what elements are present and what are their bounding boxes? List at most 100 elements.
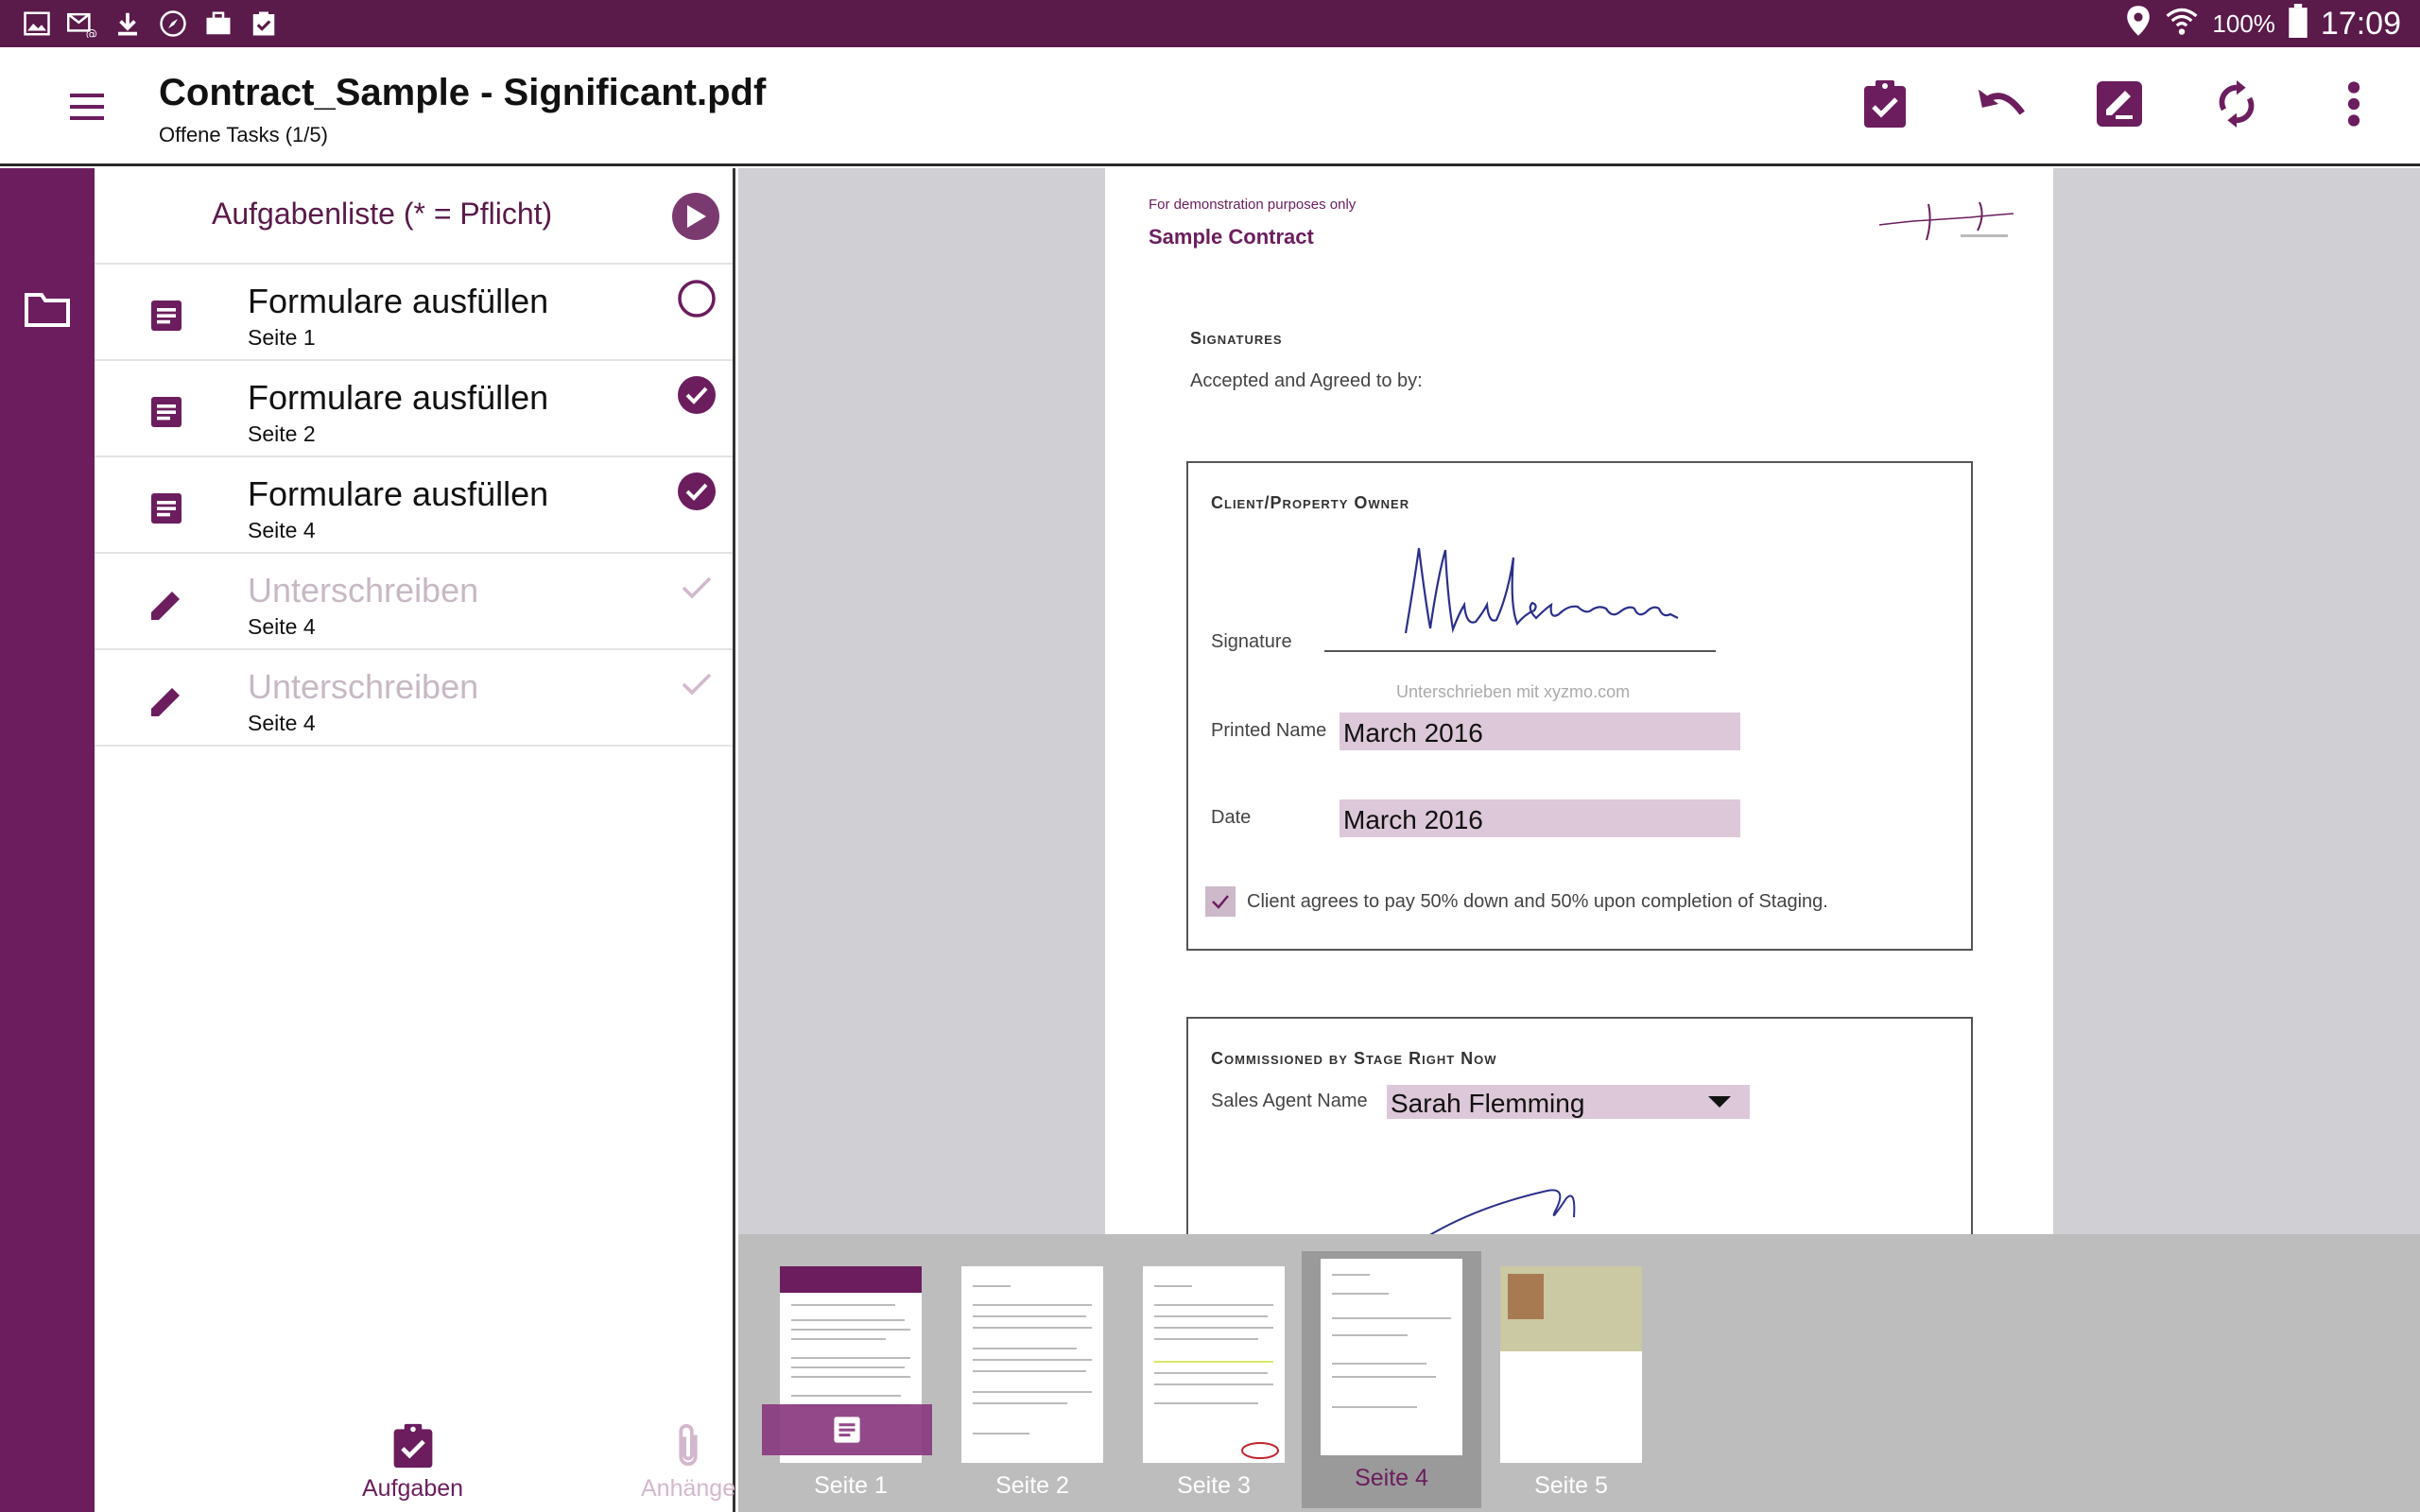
battery-percent: 100% — [2212, 9, 2275, 38]
accepted-text: Accepted and Agreed to by: — [1190, 370, 1423, 391]
edit-button[interactable] — [2091, 76, 2148, 132]
folder-button[interactable] — [25, 291, 70, 333]
form-icon — [151, 301, 182, 331]
printed-name-field[interactable]: March 2016 — [1340, 713, 1740, 750]
check-circle-icon — [678, 376, 716, 414]
signatures-heading: Signatures — [1190, 329, 1283, 348]
thumbnail-page-1[interactable]: Seite 1 — [761, 1259, 941, 1504]
task-item[interactable]: Formulare ausfüllen Seite 1 — [95, 265, 733, 361]
tab-tasks[interactable]: Aufgaben — [362, 1422, 463, 1503]
agreement-text: Client agrees to pay 50% down and 50% up… — [1247, 890, 1828, 912]
location-icon — [2125, 5, 2152, 43]
tab-tasks-label: Aufgaben — [362, 1475, 464, 1502]
thumbnail-label: Seite 2 — [995, 1472, 1069, 1499]
second-signature[interactable] — [1415, 1179, 1585, 1234]
task-list-button[interactable] — [1857, 76, 1913, 132]
demo-note: For demonstration purposes only — [1149, 197, 1357, 213]
task-item[interactable]: Unterschreiben Seite 4 — [95, 650, 733, 747]
task-name: Unterschreiben — [248, 571, 479, 610]
signature-caption: Unterschrieben mit xyzmo.com — [1396, 682, 1631, 701]
printed-name-label: Printed Name — [1211, 720, 1327, 741]
download-icon — [112, 8, 144, 40]
thumbnail-image — [1143, 1266, 1285, 1463]
document-title: Contract_Sample - Significant.pdf — [159, 72, 767, 113]
check-circle-icon — [678, 472, 716, 510]
thumbnail-image — [961, 1266, 1103, 1463]
task-panel-tabs: Aufgaben Anhänge — [95, 1408, 735, 1512]
task-page: Seite 1 — [248, 325, 316, 350]
sync-icon — [2219, 80, 2255, 128]
task-name: Formulare ausfüllen — [248, 474, 549, 513]
menu-button[interactable] — [66, 88, 112, 126]
commission-box: Commissioned by Stage Right Now Sales Ag… — [1186, 1017, 1973, 1234]
more-options-button[interactable] — [2325, 76, 2382, 132]
checkmark-icon — [682, 576, 712, 599]
form-icon — [834, 1417, 860, 1443]
doc-title: Sample Contract — [1149, 225, 1314, 249]
task-name: Formulare ausfüllen — [248, 282, 549, 320]
briefcase-icon — [202, 8, 234, 40]
pencil-icon — [151, 592, 180, 620]
page-thumbnail-strip: Seite 1 Seite 2 Seite 3 Seite 4 Seite 5 — [738, 1234, 2420, 1512]
folder-icon — [25, 293, 70, 327]
thumbnail-page-5[interactable]: Seite 5 — [1481, 1259, 1661, 1504]
app-bar-actions — [1857, 76, 2382, 132]
thumbnail-label: Seite 3 — [1177, 1472, 1251, 1499]
thumbnail-page-4[interactable]: Seite 4 — [1302, 1251, 1481, 1508]
agreement-checkbox[interactable] — [1205, 886, 1236, 917]
thumbnail-page-3[interactable]: Seite 3 — [1124, 1259, 1304, 1504]
task-page: Seite 2 — [248, 421, 316, 446]
task-name: Unterschreiben — [248, 667, 479, 706]
status-bar: @ 100% 17:09 — [0, 0, 2420, 47]
client-heading: Client/Property Owner — [1211, 493, 1410, 512]
sales-agent-label: Sales Agent Name — [1211, 1091, 1368, 1111]
hamburger-menu-icon — [70, 94, 104, 120]
undo-icon — [1978, 89, 2025, 115]
sales-agent-dropdown[interactable]: Sarah Flemming — [1387, 1085, 1750, 1119]
undo-button[interactable] — [1974, 76, 2031, 132]
clipboard-check-icon — [248, 8, 280, 40]
task-page: Seite 4 — [248, 711, 316, 735]
compass-icon — [157, 8, 189, 40]
task-item[interactable]: Formulare ausfüllen Seite 4 — [95, 457, 733, 554]
notification-icons: @ — [21, 8, 280, 40]
thumbnail-image — [1321, 1259, 1462, 1455]
form-icon — [151, 493, 182, 524]
thumbnail-page-2[interactable]: Seite 2 — [942, 1259, 1122, 1504]
more-vert-icon — [2347, 81, 2360, 127]
sales-agent-value: Sarah Flemming — [1391, 1089, 1585, 1118]
task-list-header: Aufgabenliste (* = Pflicht) — [95, 168, 733, 265]
handwritten-signature[interactable] — [1396, 539, 1689, 643]
commissioned-heading: Commissioned by Stage Right Now — [1211, 1049, 1497, 1068]
battery-icon — [2289, 3, 2308, 44]
task-item[interactable]: Unterschreiben Seite 4 — [95, 554, 733, 650]
signature-line — [1324, 650, 1716, 652]
dropdown-arrow-icon — [1708, 1096, 1731, 1108]
start-tasks-button[interactable] — [672, 193, 719, 240]
thumbnail-image — [1500, 1266, 1642, 1463]
play-icon — [687, 205, 706, 228]
task-item[interactable]: Formulare ausfüllen Seite 2 — [95, 361, 733, 457]
thumbnail-label: Seite 5 — [1534, 1472, 1608, 1499]
date-label: Date — [1211, 807, 1252, 828]
app-bar: Contract_Sample - Significant.pdf Offene… — [0, 47, 2420, 166]
open-tasks-count: Offene Tasks (1/5) — [159, 123, 328, 146]
signature-label: Signature — [1211, 631, 1292, 652]
checkmark-icon — [682, 673, 712, 696]
tab-attachments-label: Anhänge — [641, 1475, 736, 1502]
wifi-icon — [2165, 6, 2199, 43]
client-signature-box: Client/Property Owner Signature Untersch… — [1186, 461, 1973, 951]
task-page: Seite 4 — [248, 518, 316, 542]
tab-attachments[interactable]: Anhänge — [641, 1422, 735, 1503]
form-icon — [151, 397, 182, 427]
thumbnail-task-overlay[interactable] — [762, 1404, 932, 1455]
date-field[interactable]: March 2016 — [1340, 799, 1740, 837]
task-list-title: Aufgabenliste (* = Pflicht) — [212, 197, 553, 231]
edit-icon — [2097, 81, 2142, 127]
sync-button[interactable] — [2208, 76, 2265, 132]
document-viewer[interactable]: For demonstration purposes only Sample C… — [738, 168, 2420, 1234]
agreement-row: Client agrees to pay 50% down and 50% up… — [1205, 886, 1828, 917]
status-right: 100% 17:09 — [2125, 0, 2401, 47]
task-panel: Aufgabenliste (* = Pflicht) Formulare au… — [95, 168, 735, 1512]
significant-logo — [1878, 201, 2014, 241]
